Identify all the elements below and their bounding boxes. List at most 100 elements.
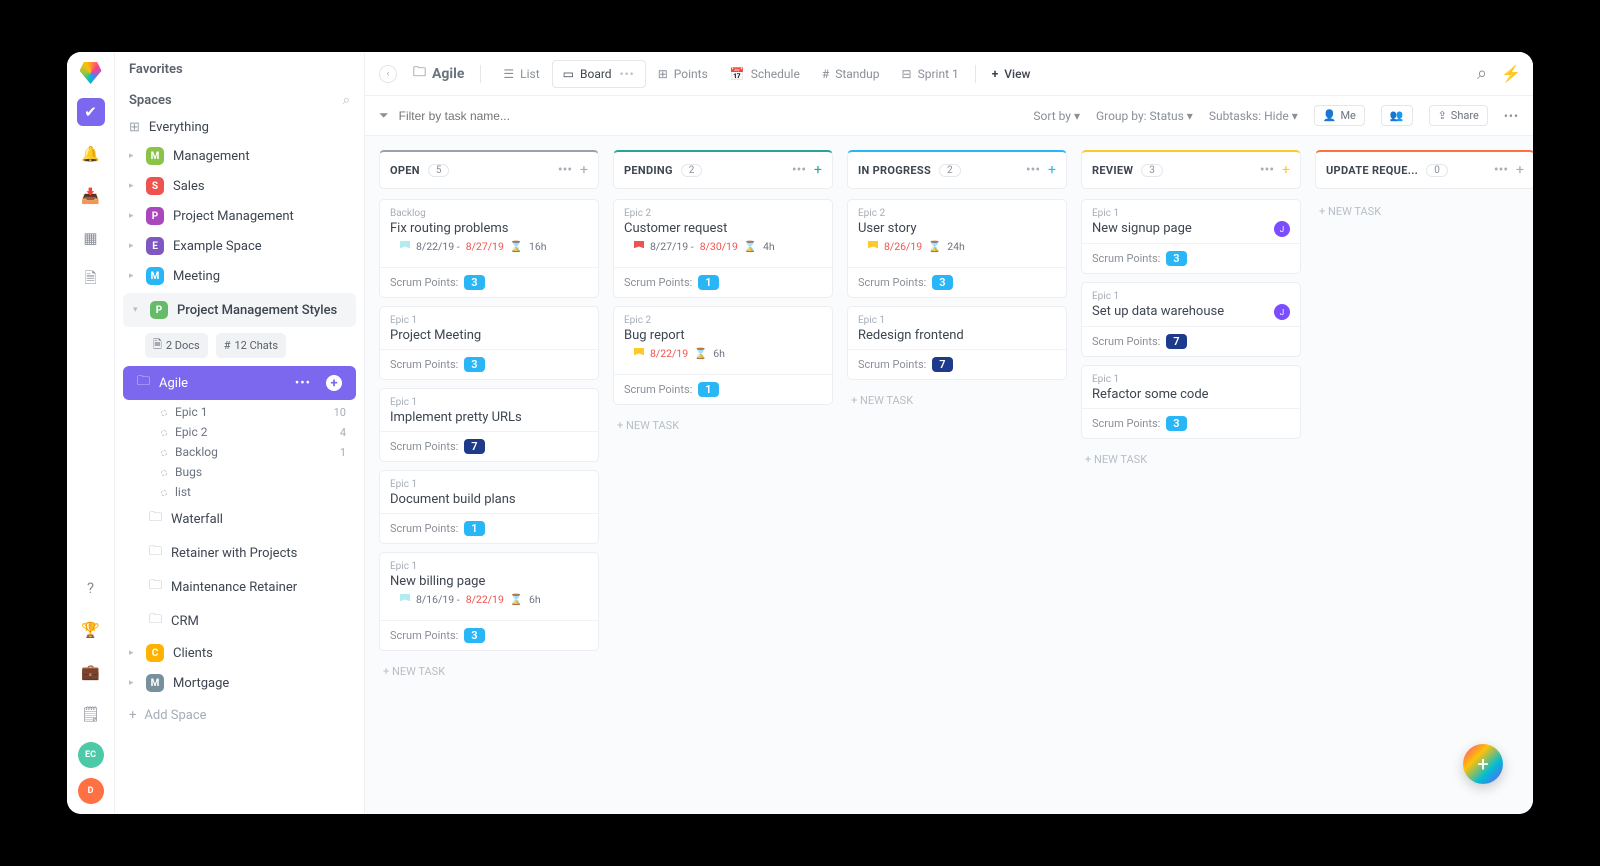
- column-add-icon[interactable]: +: [580, 162, 588, 178]
- sidebar-space[interactable]: ▸ P Project Management: [115, 201, 364, 231]
- rail-notifications-icon[interactable]: 🔔: [77, 140, 105, 168]
- add-space-button[interactable]: + Add Space: [115, 698, 364, 733]
- date-end: 8/22/19: [466, 593, 504, 606]
- create-fab[interactable]: +: [1463, 744, 1503, 784]
- view-tab-sprint 1[interactable]: ⊟ Sprint 1: [892, 60, 969, 88]
- caret-icon: ▸: [129, 211, 137, 221]
- add-icon[interactable]: +: [326, 375, 342, 391]
- assignee-avatar[interactable]: J: [1274, 221, 1290, 237]
- user-avatar-1[interactable]: EC: [78, 742, 104, 768]
- spaces-header[interactable]: Spaces: [129, 93, 172, 108]
- column-add-icon[interactable]: +: [1516, 162, 1524, 178]
- more-icon[interactable]: •••: [1504, 109, 1519, 123]
- filter-input[interactable]: [399, 109, 1024, 123]
- scrum-points-badge: 7: [1166, 334, 1186, 349]
- sidebar-space[interactable]: ▸ M Management: [115, 141, 364, 171]
- sidebar-space[interactable]: ▸ M Meeting: [115, 261, 364, 291]
- view-tab-standup[interactable]: # Standup: [812, 60, 890, 88]
- search-spaces-icon[interactable]: ⌕: [343, 93, 350, 108]
- column-more-icon[interactable]: •••: [1026, 162, 1040, 178]
- task-card[interactable]: Epic 1 Set up data warehouse J Scrum Poi…: [1081, 282, 1301, 357]
- task-card[interactable]: Epic 1 Project Meeting Scrum Points: 3: [379, 306, 599, 380]
- board-column: UPDATE REQUE... 0 ••• + + NEW TASK: [1315, 150, 1533, 800]
- task-card[interactable]: Epic 2 Bug report 8/22/19 ⌛6h Scrum Poin…: [613, 306, 833, 405]
- new-task-button[interactable]: + NEW TASK: [613, 413, 833, 438]
- sidebar-space[interactable]: ▸ E Example Space: [115, 231, 364, 261]
- add-view-button[interactable]: +View: [982, 61, 1041, 87]
- group-button[interactable]: Group by: Status ▾: [1096, 109, 1193, 123]
- column-add-icon[interactable]: +: [814, 162, 822, 178]
- sidebar-space[interactable]: ▸ M Mortgage: [115, 668, 364, 698]
- search-icon[interactable]: ⌕: [1477, 63, 1487, 84]
- new-task-button[interactable]: + NEW TASK: [1081, 447, 1301, 472]
- favorites-header[interactable]: Favorites: [115, 52, 364, 83]
- more-icon[interactable]: •••: [620, 67, 635, 81]
- bolt-icon[interactable]: ⚡: [1501, 64, 1521, 83]
- view-tab-schedule[interactable]: 📅 Schedule: [720, 60, 810, 88]
- column-more-icon[interactable]: •••: [792, 162, 806, 178]
- breadcrumb[interactable]: 🗀 Agile: [413, 63, 464, 85]
- rail-apps-icon[interactable]: ▦: [77, 224, 105, 252]
- assignees-button[interactable]: 👥: [1381, 105, 1413, 126]
- docs-chip[interactable]: 🗎2 Docs: [145, 333, 208, 358]
- sidebar-list-item[interactable]: Epic 1 10: [115, 402, 364, 422]
- collapse-sidebar-button[interactable]: ‹: [379, 65, 397, 83]
- sidebar-space[interactable]: ▸ S Sales: [115, 171, 364, 201]
- sidebar-list-item[interactable]: Backlog 1: [115, 442, 364, 462]
- sidebar-folder[interactable]: 🗀 Retainer with Projects: [115, 536, 364, 570]
- task-card[interactable]: Epic 2 User story 8/26/19 ⌛24h Scrum Poi…: [847, 199, 1067, 298]
- column-add-icon[interactable]: +: [1048, 162, 1056, 178]
- column-add-icon[interactable]: +: [1282, 162, 1290, 178]
- user-avatar-2[interactable]: D: [78, 778, 104, 804]
- me-button[interactable]: 👤Me: [1314, 105, 1365, 126]
- column-more-icon[interactable]: •••: [1494, 162, 1508, 178]
- task-card[interactable]: Epic 1 New billing page 8/16/19 - 8/22/1…: [379, 552, 599, 651]
- view-tab-board[interactable]: ▭ Board •••: [552, 60, 646, 88]
- column-more-icon[interactable]: •••: [1260, 162, 1274, 178]
- sidebar-folder[interactable]: 🗀 Maintenance Retainer: [115, 570, 364, 604]
- caret-icon: ▸: [129, 678, 137, 688]
- sidebar-space-pms[interactable]: ▾ P Project Management Styles: [123, 293, 356, 327]
- sidebar-list-item[interactable]: Epic 2 4: [115, 422, 364, 442]
- sidebar-folder-agile[interactable]: 🗀 Agile ••• +: [123, 366, 356, 400]
- task-card[interactable]: Epic 1 Implement pretty URLs Scrum Point…: [379, 388, 599, 462]
- folder-icon: 🗀: [413, 63, 426, 85]
- rail-help-icon[interactable]: ?: [77, 574, 105, 602]
- new-task-button[interactable]: + NEW TASK: [847, 388, 1067, 413]
- task-card[interactable]: Backlog Fix routing problems 8/22/19 - 8…: [379, 199, 599, 298]
- rail-inbox-icon[interactable]: 📥: [77, 182, 105, 210]
- scrum-label: Scrum Points:: [624, 276, 692, 289]
- sidebar-space[interactable]: ▸ C Clients: [115, 638, 364, 668]
- rail-clipboard-icon[interactable]: 🗒: [77, 700, 105, 728]
- task-card[interactable]: Epic 1 Document build plans Scrum Points…: [379, 470, 599, 544]
- view-tab-points[interactable]: ⊞ Points: [648, 60, 718, 88]
- assignee-avatar[interactable]: J: [1274, 304, 1290, 320]
- sidebar-folder[interactable]: 🗀 CRM: [115, 604, 364, 638]
- filter-icon[interactable]: ⏷: [379, 108, 389, 123]
- share-button[interactable]: ⇪Share: [1429, 105, 1488, 126]
- sidebar-folder[interactable]: 🗀 Waterfall: [115, 502, 364, 536]
- view-tab-list[interactable]: ☰ List: [493, 60, 549, 88]
- sidebar-list-item[interactable]: list: [115, 482, 364, 502]
- sort-button[interactable]: Sort by ▾: [1033, 109, 1080, 123]
- folder-label: Retainer with Projects: [171, 546, 297, 561]
- subtasks-button[interactable]: Subtasks: Hide ▾: [1209, 109, 1298, 123]
- scrum-label: Scrum Points:: [858, 276, 926, 289]
- column-more-icon[interactable]: •••: [558, 162, 572, 178]
- chats-chip[interactable]: #12 Chats: [216, 333, 286, 358]
- sidebar-everything[interactable]: ⊞ Everything: [115, 114, 364, 141]
- caret-icon: ▸: [129, 181, 137, 191]
- rail-docs-icon[interactable]: 🗎: [77, 266, 105, 294]
- rail-home-icon[interactable]: ✔: [77, 98, 105, 126]
- sidebar-list-item[interactable]: Bugs: [115, 462, 364, 482]
- task-card[interactable]: Epic 2 Customer request 8/27/19 - 8/30/1…: [613, 199, 833, 298]
- more-icon[interactable]: •••: [295, 376, 311, 391]
- new-task-button[interactable]: + NEW TASK: [379, 659, 599, 684]
- rail-briefcase-icon[interactable]: 💼: [77, 658, 105, 686]
- app-logo[interactable]: [80, 62, 102, 84]
- task-card[interactable]: Epic 1 New signup page J Scrum Points: 3: [1081, 199, 1301, 274]
- new-task-button[interactable]: + NEW TASK: [1315, 199, 1533, 224]
- rail-trophy-icon[interactable]: 🏆: [77, 616, 105, 644]
- task-card[interactable]: Epic 1 Redesign frontend Scrum Points: 7: [847, 306, 1067, 380]
- task-card[interactable]: Epic 1 Refactor some code Scrum Points: …: [1081, 365, 1301, 439]
